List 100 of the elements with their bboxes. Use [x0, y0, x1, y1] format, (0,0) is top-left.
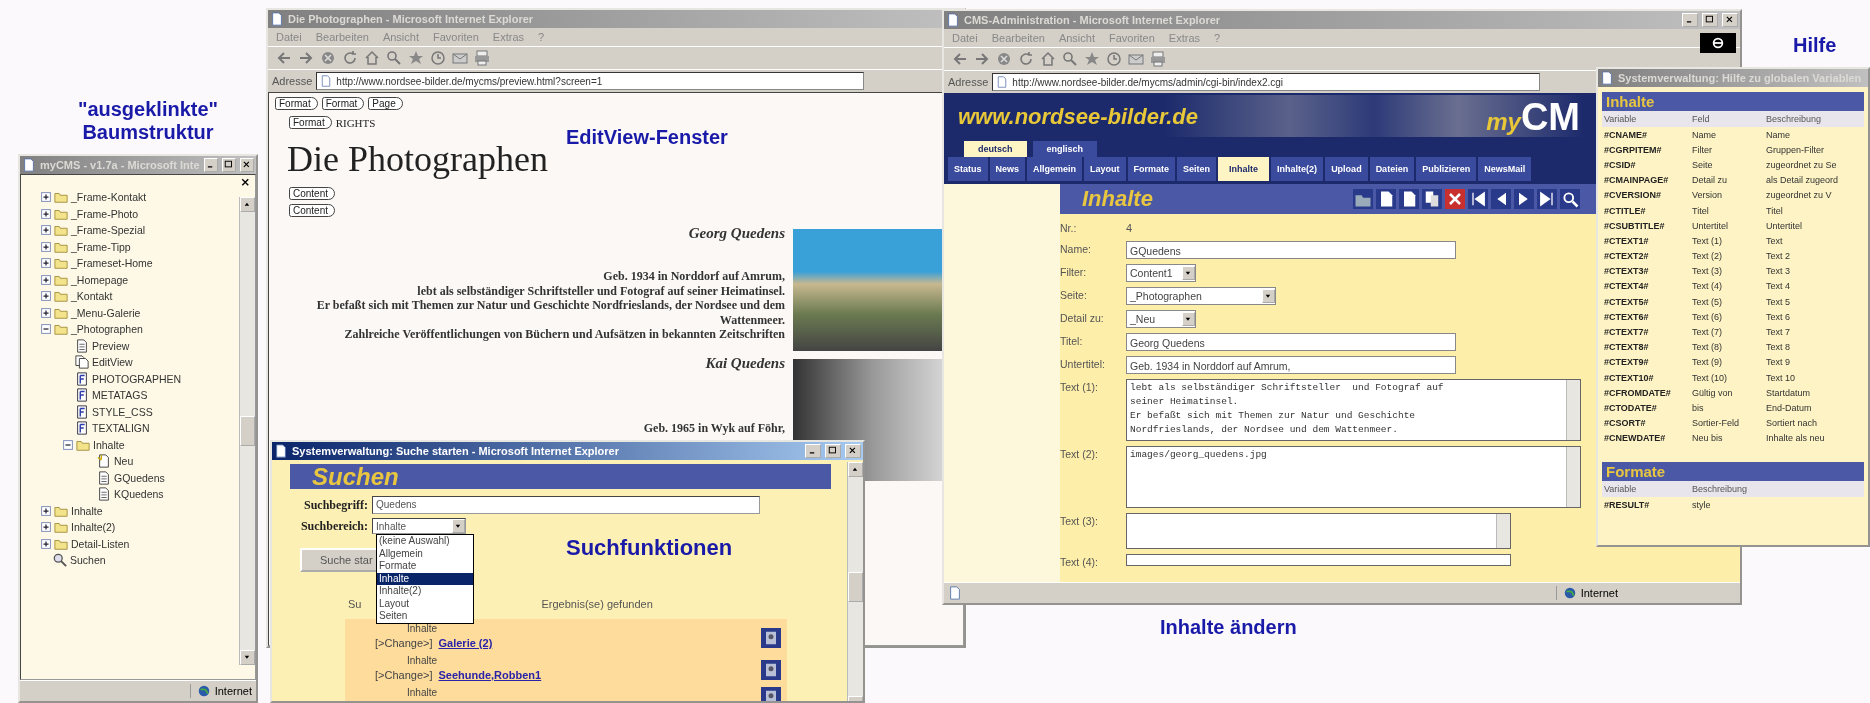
- change-link[interactable]: [>Change>]: [375, 637, 433, 653]
- minimize-button[interactable]: [203, 158, 218, 172]
- text-area[interactable]: images/georg_quedens.jpg: [1126, 446, 1581, 508]
- plus-box-icon[interactable]: [41, 291, 51, 302]
- input-field[interactable]: Quedens: [372, 496, 760, 514]
- tree-item[interactable]: GQuedens: [114, 471, 165, 484]
- input-field[interactable]: Geb. 1934 in Norddorf auf Amrum,: [1126, 356, 1456, 374]
- tree-item[interactable]: _Frame-Kontakt: [71, 191, 147, 204]
- stop-icon[interactable]: [320, 50, 336, 66]
- forward-arrow-icon[interactable]: [974, 51, 990, 67]
- nav-tab[interactable]: Status: [948, 157, 988, 181]
- tree-item[interactable]: Suchen: [70, 554, 106, 567]
- tag-label[interactable]: Format: [289, 116, 332, 129]
- previous-icon[interactable]: [1491, 189, 1511, 209]
- dropdown-option[interactable]: Seiten: [377, 610, 473, 623]
- text-area[interactable]: [1126, 554, 1511, 566]
- clock-icon[interactable]: [1106, 51, 1122, 67]
- scrollbar[interactable]: [239, 197, 255, 665]
- tree-item[interactable]: Detail-Listen: [71, 537, 130, 550]
- printer-icon[interactable]: [474, 50, 490, 66]
- input-field[interactable]: GQuedens: [1126, 241, 1456, 259]
- search-button-icon[interactable]: [1560, 189, 1580, 209]
- copy-icon[interactable]: [1422, 189, 1442, 209]
- clock-icon[interactable]: [430, 50, 446, 66]
- nav-tab[interactable]: News: [989, 157, 1026, 181]
- plus-box-icon[interactable]: [41, 538, 51, 549]
- scrollbar[interactable]: [847, 462, 863, 701]
- home-icon[interactable]: [1040, 51, 1056, 67]
- tree-item[interactable]: _Frame-Spezial: [71, 224, 146, 237]
- tree-item[interactable]: _Kontakt: [71, 290, 113, 303]
- nav-tab[interactable]: Seiten: [1177, 157, 1217, 181]
- folder-button-icon[interactable]: [1353, 189, 1373, 209]
- nav-tab[interactable]: Inhalte(2): [1271, 157, 1324, 181]
- language-tab[interactable]: deutsch: [964, 141, 1027, 157]
- new-page-icon[interactable]: [1376, 189, 1396, 209]
- tree-item[interactable]: METATAGS: [92, 389, 148, 402]
- select-field[interactable]: Inhalte: [372, 518, 466, 534]
- first-icon[interactable]: [1468, 189, 1488, 209]
- address-field[interactable]: http://www.nordsee-bilder.de/mycms/preview.html?screen=1: [316, 72, 865, 90]
- plus-box-icon[interactable]: [41, 208, 51, 219]
- scroll-thumb[interactable]: [848, 571, 863, 602]
- tree-item[interactable]: _Frameset-Home: [71, 257, 153, 270]
- tag-label[interactable]: Page: [368, 97, 403, 110]
- select-field[interactable]: _Neu: [1126, 310, 1196, 328]
- select-field[interactable]: _Photographen: [1126, 287, 1276, 305]
- nav-tab[interactable]: Inhalte: [1218, 157, 1270, 181]
- refresh-icon[interactable]: [342, 50, 358, 66]
- minus-box-icon[interactable]: [63, 439, 73, 450]
- plus-box-icon[interactable]: [41, 192, 51, 203]
- forward-arrow-icon[interactable]: [298, 50, 314, 66]
- nav-tab[interactable]: Formate: [1127, 157, 1176, 181]
- nav-tab[interactable]: Layout: [1084, 157, 1126, 181]
- search-icon[interactable]: [386, 50, 402, 66]
- refresh-icon[interactable]: [1018, 51, 1034, 67]
- tree-item[interactable]: _Photographen: [71, 323, 143, 336]
- plus-box-icon[interactable]: [41, 505, 51, 516]
- image-icon[interactable]: [761, 687, 781, 701]
- plus-box-icon[interactable]: [41, 522, 51, 533]
- next-icon[interactable]: [1514, 189, 1534, 209]
- address-field[interactable]: http://www.nordsee-bilder.de/mycms/admin/cgi-bin/index2.cgi: [992, 73, 1541, 91]
- scroll-thumb[interactable]: [240, 416, 255, 446]
- close-button[interactable]: [845, 444, 861, 458]
- dropdown-option[interactable]: Layout: [377, 597, 473, 610]
- printer-icon[interactable]: [1150, 51, 1166, 67]
- tree-item[interactable]: PHOTOGRAPHEN: [92, 372, 182, 385]
- dropdown-option[interactable]: Inhalte(2): [377, 585, 473, 598]
- tree-item[interactable]: KQuedens: [114, 488, 164, 501]
- home-icon[interactable]: [364, 50, 380, 66]
- tree-item[interactable]: Preview: [92, 339, 130, 352]
- tree-item[interactable]: Neu: [114, 455, 134, 468]
- select-field[interactable]: Content1: [1126, 264, 1196, 282]
- tree-item[interactable]: _Frame-Tipp: [71, 240, 131, 253]
- plus-box-icon[interactable]: [41, 225, 51, 236]
- nav-tab[interactable]: Allgemein: [1027, 157, 1083, 181]
- change-link[interactable]: [>Change>]: [375, 669, 433, 685]
- back-arrow-icon[interactable]: [952, 51, 968, 67]
- maximize-button[interactable]: [221, 158, 236, 172]
- close-button[interactable]: [1722, 13, 1738, 27]
- tag-label[interactable]: Format: [321, 97, 365, 110]
- close-button[interactable]: [239, 158, 254, 172]
- dropdown-option[interactable]: Inhalte: [377, 572, 473, 585]
- plus-box-icon[interactable]: [41, 274, 51, 285]
- nav-tab[interactable]: Dateien: [1369, 157, 1415, 181]
- text-area[interactable]: lebt als selbständiger Schriftsteller und Fotograf auf seiner Heimatinsel. Er befaßt sich mit Themen zur Natur und Geschichte Nordfrieslands, der Nordsee und dem Wattenmeer.: [1126, 379, 1581, 441]
- plus-box-icon[interactable]: [41, 258, 51, 269]
- star-icon[interactable]: [408, 50, 424, 66]
- text-area[interactable]: [1126, 513, 1511, 549]
- tree-item[interactable]: _Frame-Photo: [71, 207, 139, 220]
- maximize-button[interactable]: [1702, 13, 1718, 27]
- delete-icon[interactable]: [1445, 189, 1465, 209]
- tree-item[interactable]: TEXTALIGN: [92, 422, 150, 435]
- stop-icon[interactable]: [996, 51, 1012, 67]
- tree-item[interactable]: _Menu-Galerie: [71, 306, 141, 319]
- new-page-icon[interactable]: [1399, 189, 1419, 209]
- dropdown-option[interactable]: (keine Auswahl): [377, 535, 473, 548]
- last-icon[interactable]: [1537, 189, 1557, 209]
- nav-tab[interactable]: Upload: [1325, 157, 1368, 181]
- maximize-button[interactable]: [825, 444, 841, 458]
- search-icon[interactable]: [1062, 51, 1078, 67]
- image-icon[interactable]: [761, 628, 781, 648]
